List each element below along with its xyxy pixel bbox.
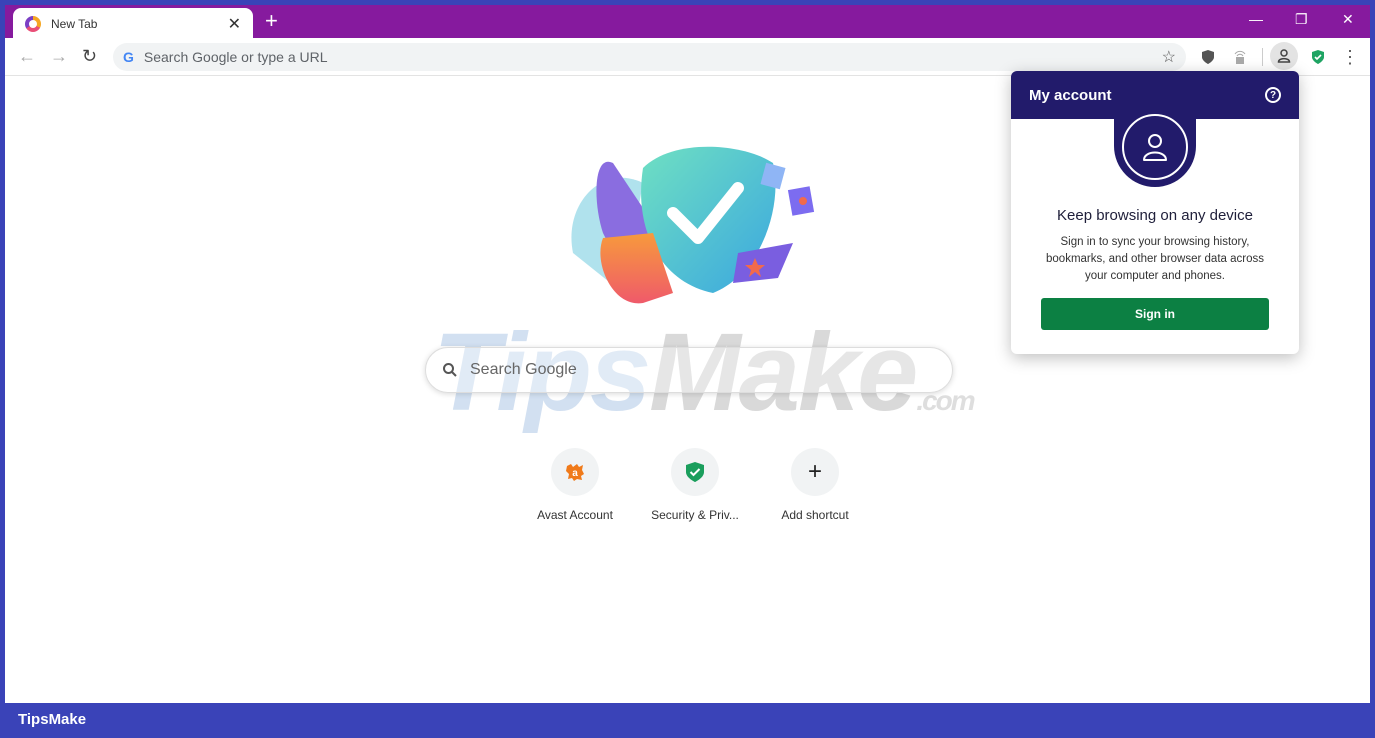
shield-check-icon <box>671 448 719 496</box>
forward-button[interactable]: → <box>50 46 68 67</box>
address-placeholder: Search Google or type a URL <box>143 49 328 65</box>
avatar <box>1114 111 1196 187</box>
menu-icon[interactable]: ⋮ <box>1339 46 1361 68</box>
tab-close-icon[interactable]: ✕ <box>228 14 241 34</box>
shortcut-add[interactable]: + Add shortcut <box>755 448 875 522</box>
popup-title: My account <box>1029 86 1112 104</box>
search-icon <box>443 363 457 377</box>
plus-icon: + <box>791 448 839 496</box>
profile-button[interactable] <box>1270 42 1298 70</box>
shortcut-label: Add shortcut <box>781 508 849 522</box>
popup-description: Sign in to sync your browsing history, b… <box>1046 236 1264 282</box>
restore-button[interactable]: ❐ <box>1295 11 1308 28</box>
footer-bar: TipsMake <box>0 703 1375 738</box>
address-bar[interactable]: G Search Google or type a URL ☆ <box>113 43 1186 71</box>
close-window-button[interactable]: ✕ <box>1342 11 1354 28</box>
popup-heading: Keep browsing on any device <box>1057 207 1253 224</box>
shortcut-label: Avast Account <box>537 508 613 522</box>
avast-icon: a <box>551 448 599 496</box>
adblock-shield-icon[interactable] <box>1197 46 1219 68</box>
toolbar-divider <box>1262 48 1263 66</box>
privacy-lock-icon[interactable] <box>1229 46 1251 68</box>
my-account-popup: My account ? Keep browsing on any device… <box>1011 71 1299 354</box>
avast-browser-favicon-icon <box>25 15 41 32</box>
shortcuts: a Avast Account Security & Priv... + Add… <box>515 448 875 522</box>
avatar-ring <box>1122 114 1188 180</box>
security-shield-icon[interactable] <box>1307 46 1329 68</box>
shortcut-label: Security & Priv... <box>651 508 739 522</box>
user-icon <box>1143 134 1167 161</box>
browser-window: New Tab ✕ + — ❐ ✕ ← → ↻ G Search Google … <box>5 5 1370 703</box>
footer-brand: TipsMake <box>18 711 87 728</box>
security-illustration <box>571 146 815 304</box>
plus-glyph: + <box>807 458 822 485</box>
title-bar: New Tab ✕ + — ❐ ✕ <box>5 5 1370 39</box>
new-tab-button[interactable]: + <box>265 10 278 32</box>
search-placeholder: Search Google <box>470 361 577 378</box>
google-icon: G <box>123 49 134 65</box>
shortcut-avast-account[interactable]: a Avast Account <box>515 448 635 522</box>
shortcut-security-privacy[interactable]: Security & Priv... <box>635 448 755 522</box>
back-button[interactable]: ← <box>18 46 36 67</box>
minimize-button[interactable]: — <box>1249 11 1263 27</box>
bookmark-star-icon[interactable]: ☆ <box>1162 47 1176 67</box>
svg-text:a: a <box>572 468 578 479</box>
tab-title: New Tab <box>51 16 98 31</box>
sign-in-button[interactable]: Sign in <box>1041 298 1269 330</box>
help-icon[interactable]: ? <box>1265 87 1281 103</box>
tab-new-tab[interactable]: New Tab ✕ <box>13 8 253 39</box>
google-search-input[interactable]: Search Google <box>425 347 953 393</box>
reload-button[interactable]: ↻ <box>82 46 97 67</box>
